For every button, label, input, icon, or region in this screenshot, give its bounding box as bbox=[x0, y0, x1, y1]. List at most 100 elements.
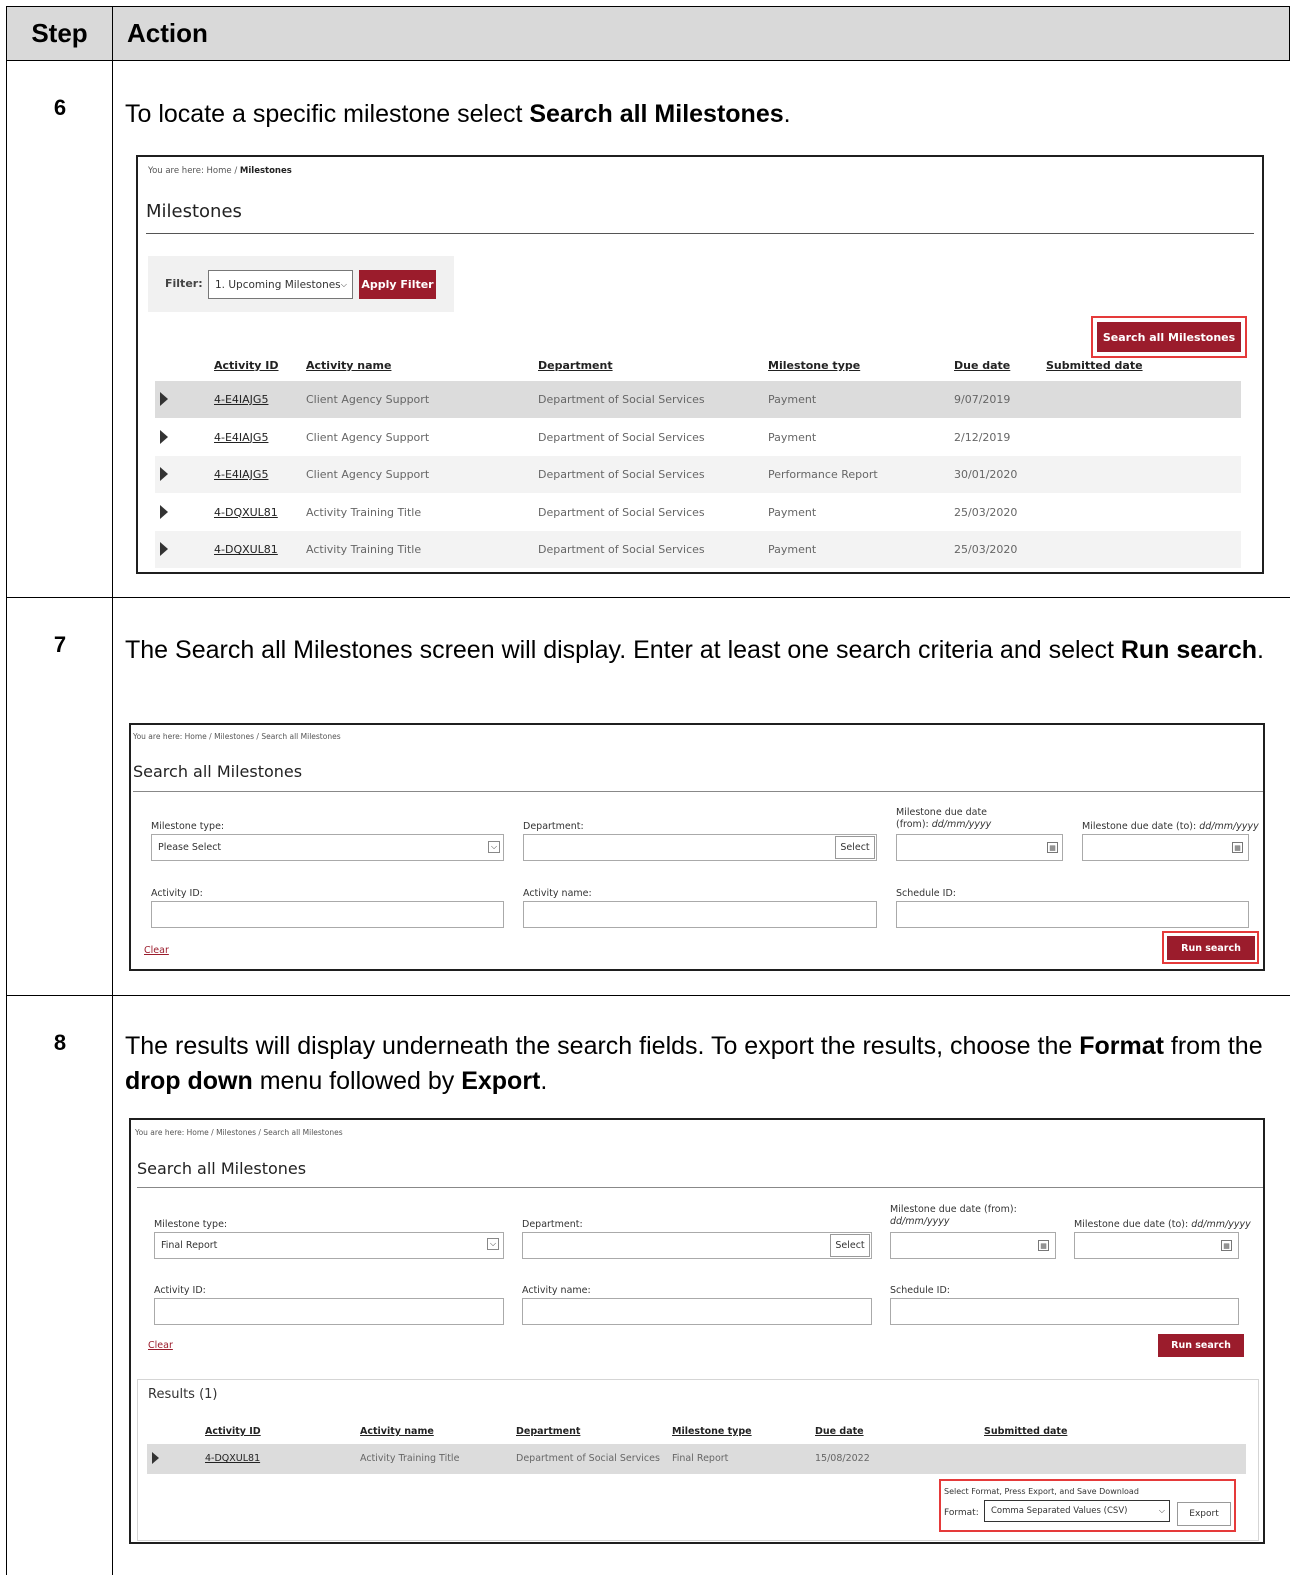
milestone-type-select[interactable]: Final Report bbox=[154, 1232, 504, 1259]
step-instruction: The results will display underneath the … bbox=[125, 1032, 1263, 1095]
col-milestone-type[interactable]: Milestone type bbox=[768, 359, 860, 372]
col-activity-id[interactable]: Activity ID bbox=[205, 1426, 261, 1437]
chevron-down-icon: ⌵ bbox=[487, 1238, 499, 1250]
department-label: Department: bbox=[522, 1219, 583, 1230]
milestones-screenshot: You are here: Home / Milestones Mileston… bbox=[136, 155, 1264, 574]
clear-link[interactable]: Clear bbox=[148, 1340, 173, 1351]
col-activity-id[interactable]: Activity ID bbox=[214, 359, 279, 372]
col-department[interactable]: Department bbox=[516, 1426, 580, 1437]
table-row[interactable]: 4-DQXUL81 Activity Training Title Departme… bbox=[155, 494, 1241, 531]
department-cell: Department of Social Services bbox=[538, 543, 705, 556]
due-date-cell: 25/03/2020 bbox=[954, 505, 1018, 519]
table-row[interactable]: 4-E4IAJG5 Client Agency Support Department… bbox=[155, 419, 1241, 456]
due-date-cell: 2/12/2019 bbox=[954, 430, 1011, 444]
col-activity-name[interactable]: Activity name bbox=[360, 1426, 434, 1437]
activity-name-cell: Activity Training Title bbox=[306, 505, 422, 519]
due-from-label: Milestone due date (from): dd/mm/yyyy bbox=[896, 807, 992, 830]
table-header: Step Action bbox=[6, 6, 1290, 61]
due-to-input[interactable] bbox=[1074, 1232, 1239, 1259]
calendar-icon[interactable]: ▦ bbox=[1221, 1240, 1232, 1251]
activity-name-cell: Client Agency Support bbox=[306, 393, 430, 406]
department-select-button[interactable]: Select bbox=[835, 836, 875, 859]
table-row[interactable]: 4-E4IAJG5 Client Agency Support Department… bbox=[155, 456, 1241, 493]
col-due-date[interactable]: Due date bbox=[954, 359, 1010, 372]
schedule-id-input[interactable] bbox=[896, 901, 1249, 928]
expand-icon[interactable] bbox=[160, 392, 168, 406]
breadcrumb: You are here: Home / Milestones / Search… bbox=[133, 732, 341, 741]
breadcrumb: You are here: Home / Milestones / Search… bbox=[135, 1128, 343, 1137]
milestone-type-cell: Payment bbox=[768, 543, 817, 556]
milestone-type-cell: Final Report bbox=[672, 1453, 729, 1464]
milestone-type-cell: Payment bbox=[768, 430, 817, 444]
schedule-id-label: Schedule ID: bbox=[896, 888, 956, 899]
activity-name-label: Activity name: bbox=[522, 1285, 591, 1296]
expand-icon[interactable] bbox=[152, 1452, 159, 1464]
department-input[interactable] bbox=[523, 834, 877, 861]
activity-id-input[interactable] bbox=[154, 1298, 504, 1325]
run-search-button[interactable]: Run search bbox=[1158, 1334, 1244, 1357]
activity-name-input[interactable] bbox=[522, 1298, 872, 1325]
breadcrumb: You are here: Home / Milestones bbox=[148, 166, 292, 176]
activity-name-cell: Activity Training Title bbox=[360, 1453, 460, 1464]
activity-id-link[interactable]: 4-E4IAJG5 bbox=[214, 381, 268, 418]
table-row[interactable]: 4-DQXUL81 Activity Training Title Departme… bbox=[155, 531, 1241, 568]
activity-id-link[interactable]: 4-E4IAJG5 bbox=[214, 419, 268, 456]
department-cell: Department of Social Services bbox=[538, 505, 705, 519]
due-to-label: Milestone due date (to): dd/mm/yyyy bbox=[1074, 1219, 1251, 1230]
milestone-type-select[interactable]: Please Select bbox=[151, 834, 504, 861]
highlight-box bbox=[939, 1479, 1236, 1532]
calendar-icon[interactable]: ▦ bbox=[1038, 1240, 1049, 1251]
instruction-table: Step Action 6 To locate a specific miles… bbox=[6, 6, 1290, 1575]
activity-name-label: Activity name: bbox=[523, 888, 592, 899]
expand-icon[interactable] bbox=[160, 429, 168, 444]
department-cell: Department of Social Services bbox=[516, 1453, 660, 1464]
activity-id-input[interactable] bbox=[151, 901, 504, 928]
step-number: 8 bbox=[53, 1030, 67, 1055]
expand-icon[interactable] bbox=[160, 504, 168, 519]
activity-id-link[interactable]: 4-DQXUL81 bbox=[214, 531, 278, 568]
calendar-icon[interactable]: ▦ bbox=[1232, 842, 1243, 853]
due-from-input[interactable] bbox=[896, 834, 1063, 861]
milestone-type-cell: Payment bbox=[768, 505, 817, 519]
due-from-input[interactable] bbox=[890, 1232, 1056, 1259]
activity-name-cell: Client Agency Support bbox=[306, 430, 430, 444]
col-activity-name[interactable]: Activity name bbox=[306, 359, 391, 372]
due-from-label: Milestone due date (from): dd/mm/yyyy bbox=[890, 1204, 1017, 1227]
calendar-icon[interactable]: ▦ bbox=[1047, 842, 1058, 853]
activity-name-input[interactable] bbox=[523, 901, 877, 928]
step-7-row: 7 The Search all Milestones screen will … bbox=[6, 598, 1290, 996]
department-input[interactable] bbox=[522, 1232, 872, 1259]
action-header: Action bbox=[127, 18, 208, 48]
col-due-date[interactable]: Due date bbox=[815, 1426, 864, 1437]
activity-id-label: Activity ID: bbox=[151, 888, 203, 899]
results-heading: Results (1) bbox=[148, 1387, 218, 1402]
milestone-type-label: Milestone type: bbox=[151, 821, 225, 832]
department-cell: Department of Social Services bbox=[538, 393, 705, 406]
milestone-type-label: Milestone type: bbox=[154, 1219, 228, 1230]
step-instruction: To locate a specific milestone select Se… bbox=[125, 100, 791, 128]
col-department[interactable]: Department bbox=[538, 359, 613, 372]
col-submitted-date[interactable]: Submitted date bbox=[984, 1426, 1067, 1437]
due-date-cell: 9/07/2019 bbox=[954, 393, 1011, 406]
apply-filter-button[interactable]: Apply Filter bbox=[359, 270, 436, 299]
filter-select[interactable]: 1. Upcoming Milestones ⌵ bbox=[208, 270, 353, 299]
due-to-input[interactable] bbox=[1082, 834, 1249, 861]
col-milestone-type[interactable]: Milestone type bbox=[672, 1426, 752, 1437]
activity-id-link[interactable]: 4-DQXUL81 bbox=[205, 1453, 260, 1464]
activity-name-cell: Activity Training Title bbox=[306, 543, 422, 556]
clear-link[interactable]: Clear bbox=[144, 945, 169, 956]
activity-id-link[interactable]: 4-E4IAJG5 bbox=[214, 456, 268, 493]
table-row[interactable]: 4-DQXUL81 Activity Training Title Depart… bbox=[147, 1444, 1246, 1474]
highlight-box bbox=[1162, 931, 1259, 964]
schedule-id-input[interactable] bbox=[890, 1298, 1239, 1325]
department-select-button[interactable]: Select bbox=[830, 1234, 870, 1257]
department-label: Department: bbox=[523, 821, 584, 832]
table-row[interactable]: 4-E4IAJG5 Client Agency Support Department… bbox=[155, 381, 1241, 418]
milestone-type-cell: Payment bbox=[768, 393, 817, 406]
activity-id-link[interactable]: 4-DQXUL81 bbox=[214, 494, 278, 531]
col-submitted-date[interactable]: Submitted date bbox=[1046, 359, 1143, 372]
step-number: 6 bbox=[53, 95, 67, 120]
expand-icon[interactable] bbox=[160, 467, 168, 481]
step-header: Step bbox=[7, 7, 113, 60]
expand-icon[interactable] bbox=[160, 542, 168, 556]
